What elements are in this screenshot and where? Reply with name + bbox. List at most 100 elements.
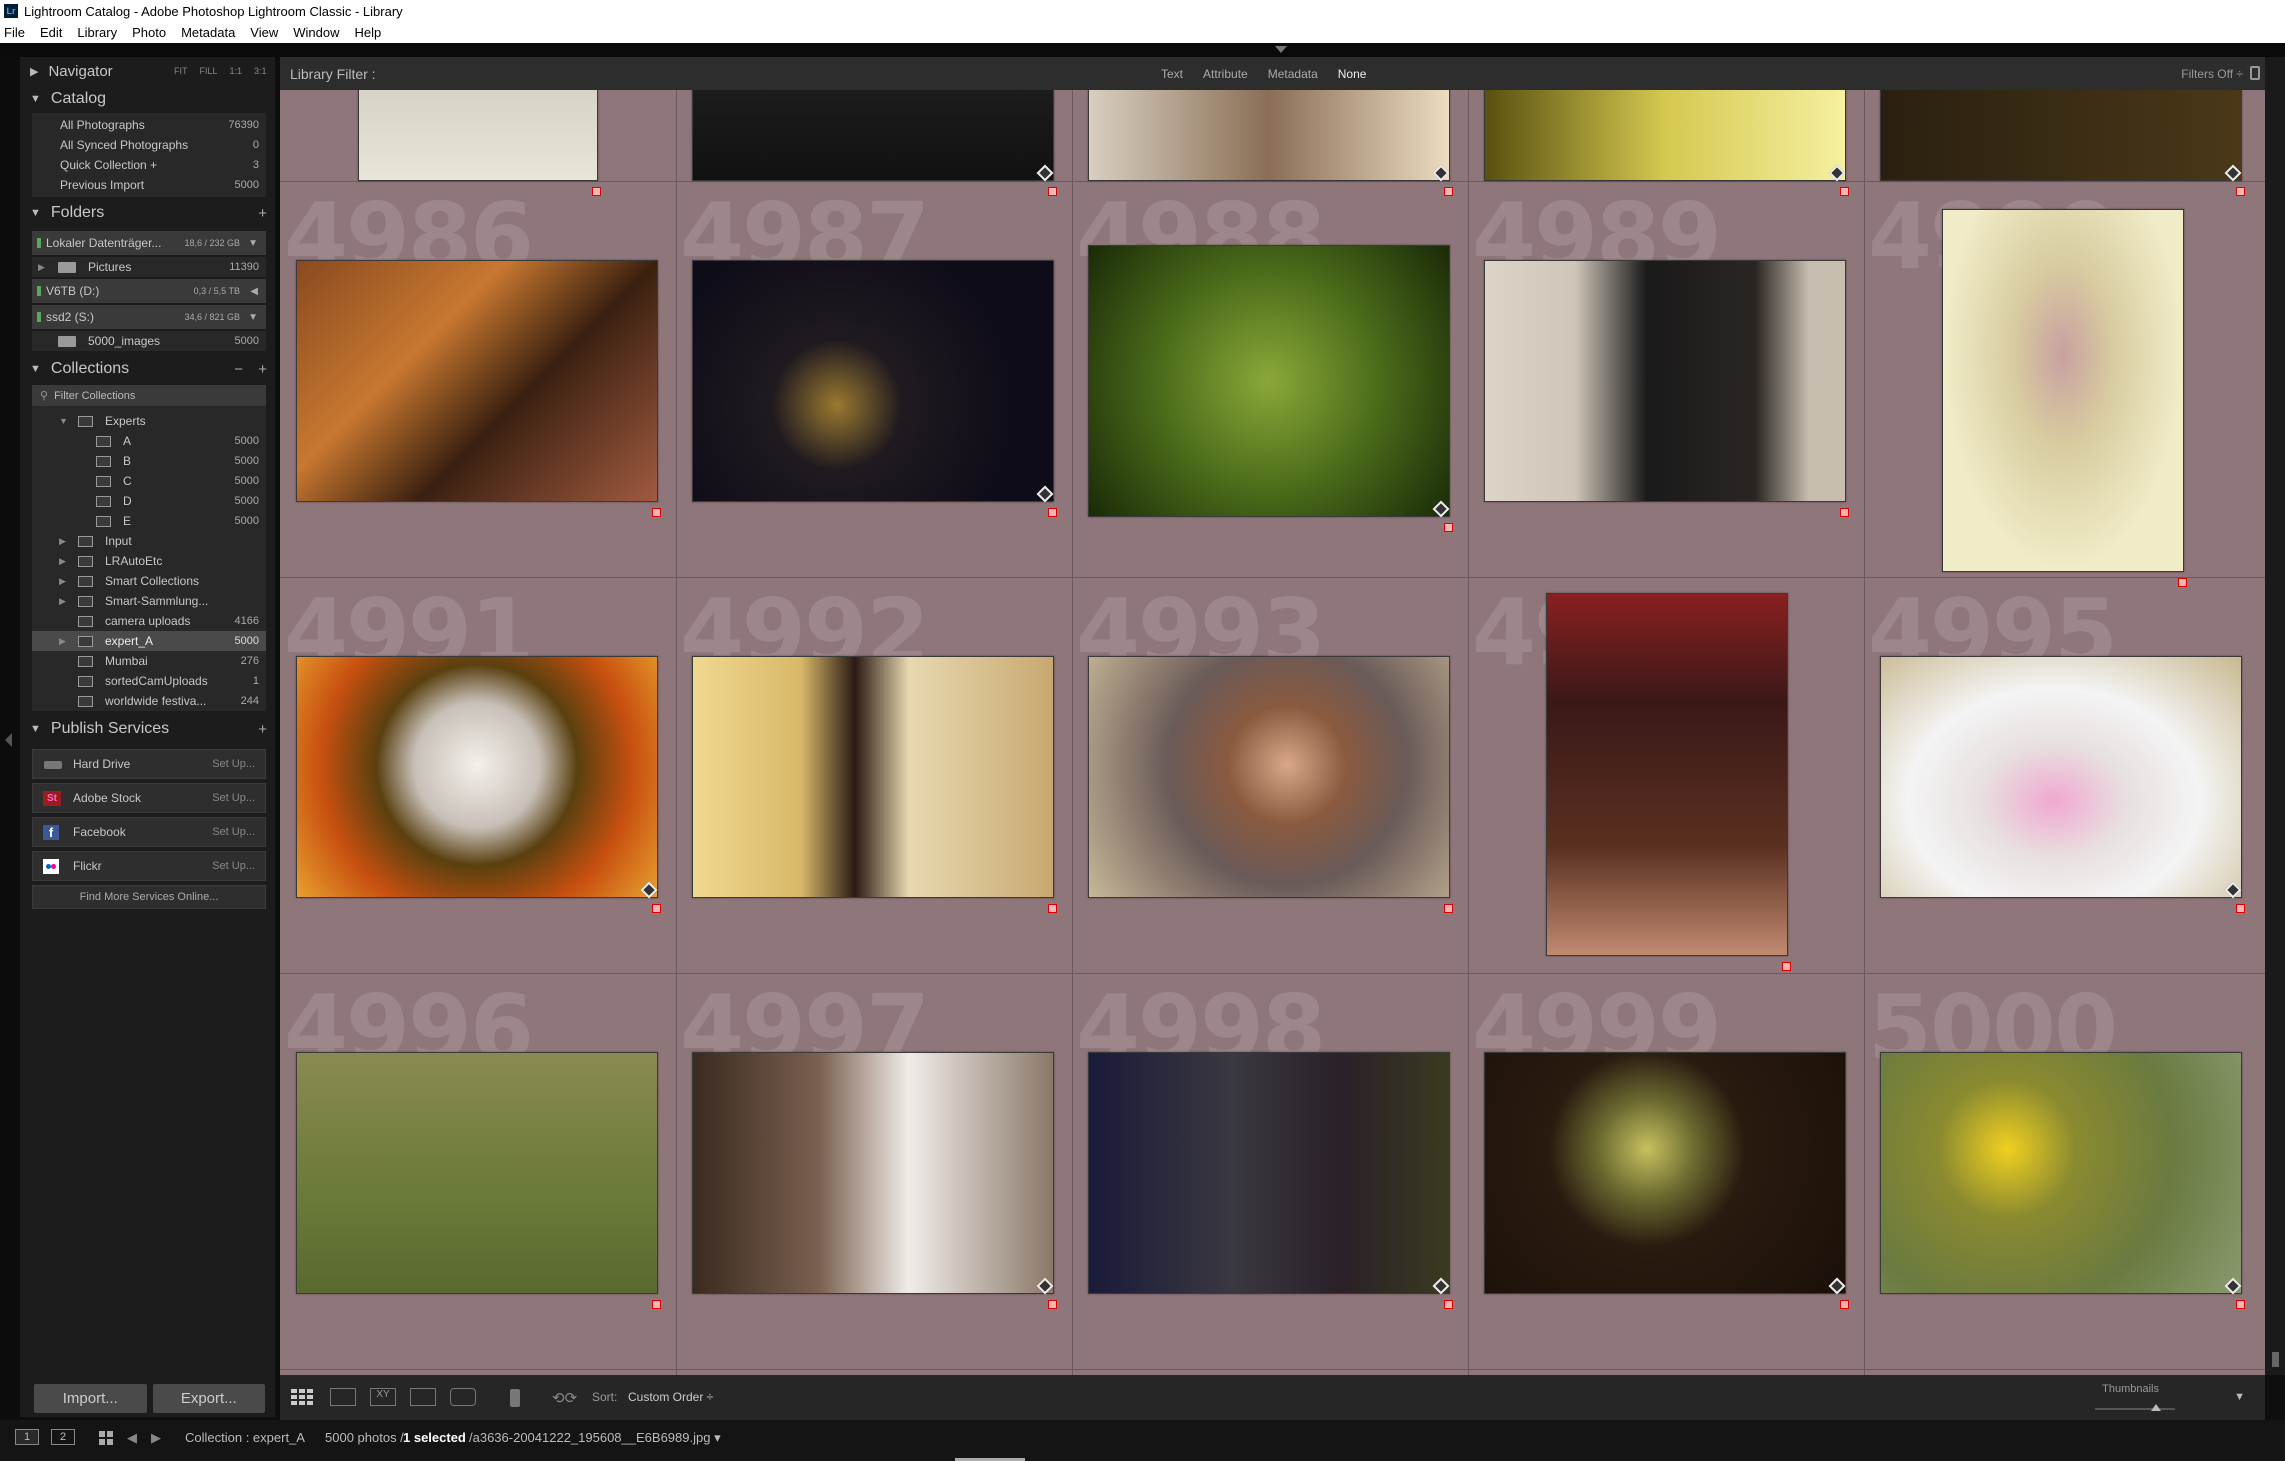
folders-header[interactable]: ▼ Folders + <box>20 197 275 229</box>
menu-edit[interactable]: Edit <box>40 25 62 40</box>
collection-item[interactable]: sortedCamUploads 1 <box>32 671 266 691</box>
photo-thumbnail[interactable] <box>296 260 658 502</box>
menu-help[interactable]: Help <box>355 25 382 40</box>
slider-knob[interactable] <box>2151 1404 2161 1411</box>
collapse-arrow-icon[interactable]: ▼ <box>30 93 41 105</box>
volume-dropdown-icon[interactable]: ◀ <box>250 286 258 297</box>
collapse-arrow-icon[interactable]: ▼ <box>30 363 41 375</box>
collapse-top-icon[interactable] <box>1275 46 1287 53</box>
photo-thumbnail[interactable] <box>1942 209 2184 572</box>
collapse-arrow-icon[interactable]: ▼ <box>59 416 68 426</box>
photo-flag-badge[interactable] <box>1782 962 1791 971</box>
scroll-thumb[interactable] <box>2272 1352 2279 1367</box>
menu-file[interactable]: File <box>4 25 25 40</box>
photo-thumbnail[interactable] <box>1088 245 1450 517</box>
folder-item[interactable]: 5000_images 5000 <box>32 331 266 351</box>
top-panel-toggle[interactable] <box>0 43 2285 57</box>
filter-none[interactable]: None <box>1332 65 1373 83</box>
photo-thumbnail[interactable] <box>1546 593 1788 956</box>
main-window-button[interactable]: 1 <box>15 1429 39 1445</box>
volume-dropdown-icon[interactable]: ▼ <box>248 238 258 249</box>
remove-collection-button[interactable]: − <box>234 361 243 378</box>
photo-cell[interactable]: 4992 <box>676 577 1072 973</box>
photo-flag-badge[interactable] <box>1840 508 1849 517</box>
photo-cell[interactable]: 4990 <box>1864 181 2260 587</box>
menu-view[interactable]: View <box>250 25 278 40</box>
publish-service-flickr[interactable]: Flickr Set Up... <box>32 851 266 881</box>
publish-service-adobe-stock[interactable]: St Adobe Stock Set Up... <box>32 783 266 813</box>
photo-thumbnail[interactable] <box>296 1052 658 1294</box>
publish-service-hard-drive[interactable]: Hard Drive Set Up... <box>32 749 266 779</box>
collection-item[interactable]: A 5000 <box>32 431 266 451</box>
catalog-item[interactable]: All Photographs 76390 <box>32 115 266 135</box>
service-setup[interactable]: Set Up... <box>212 758 255 770</box>
back-arrow-icon[interactable]: ◀ <box>127 1430 137 1446</box>
rotate-icon[interactable]: ⟲⟳ <box>552 1389 577 1407</box>
expand-arrow-icon[interactable]: ▶ <box>59 556 66 567</box>
photo-flag-badge[interactable] <box>1444 1300 1453 1309</box>
photo-thumbnail[interactable] <box>1880 1052 2242 1294</box>
photo-thumbnail[interactable] <box>1088 1052 1450 1294</box>
expand-arrow-icon[interactable]: ▶ <box>59 636 66 647</box>
photo-thumbnail[interactable] <box>692 260 1054 502</box>
zoom-1-1[interactable]: 1:1 <box>230 66 243 76</box>
collection-item[interactable]: camera uploads 4166 <box>32 611 266 631</box>
catalog-header[interactable]: ▼ Catalog <box>20 85 275 113</box>
grid-icon[interactable] <box>99 1431 113 1445</box>
photo-thumbnail[interactable] <box>692 656 1054 898</box>
expand-arrow-icon[interactable]: ▶ <box>59 576 66 587</box>
filter-text[interactable]: Text <box>1155 65 1189 83</box>
thumbnail-size-slider[interactable] <box>2095 1408 2175 1410</box>
zoom-fit[interactable]: FIT <box>174 66 188 76</box>
loupe-view-icon[interactable] <box>330 1388 356 1406</box>
photo-cell[interactable]: 4994 <box>1468 577 1864 973</box>
photo-cell[interactable]: 4993 <box>1072 577 1468 973</box>
left-panel-edge[interactable] <box>0 57 20 1417</box>
navigator-header[interactable]: ▶ Navigator FIT FILL 1:1 3:1 <box>20 57 275 85</box>
photo-cell[interactable]: 4997 <box>676 973 1072 1369</box>
photo-thumbnail[interactable] <box>692 90 1054 181</box>
photo-thumbnail[interactable] <box>1880 656 2242 898</box>
grid-scrollbar[interactable] <box>2265 57 2285 1375</box>
photo-flag-badge[interactable] <box>652 1300 661 1309</box>
zoom-fill[interactable]: FILL <box>200 66 218 76</box>
menu-library[interactable]: Library <box>77 25 117 40</box>
filters-off-dropdown[interactable]: Filters Off ÷ <box>2181 67 2243 81</box>
compare-view-icon[interactable]: XY <box>370 1388 396 1406</box>
filter-collections-input[interactable]: ⚲ Filter Collections <box>32 385 266 406</box>
photo-thumbnail[interactable] <box>1088 90 1450 181</box>
photo-flag-badge[interactable] <box>1444 523 1453 532</box>
folder-item[interactable]: ▶ Pictures 11390 <box>32 257 266 277</box>
secondary-window-button[interactable]: 2 <box>51 1429 75 1445</box>
publish-service-facebook[interactable]: f Facebook Set Up... <box>32 817 266 847</box>
menu-metadata[interactable]: Metadata <box>181 25 235 40</box>
volume-row[interactable]: ssd2 (S:) 34,6 / 821 GB ▼ <box>32 305 266 329</box>
collection-item[interactable]: worldwide festiva... 244 <box>32 691 266 711</box>
menu-photo[interactable]: Photo <box>132 25 166 40</box>
photo-cell[interactable] <box>280 90 676 196</box>
photo-thumbnail[interactable] <box>1088 656 1450 898</box>
forward-arrow-icon[interactable]: ▶ <box>151 1430 161 1446</box>
zoom-3-1[interactable]: 3:1 <box>254 66 267 76</box>
photo-flag-badge[interactable] <box>1840 1300 1849 1309</box>
photo-cell[interactable] <box>1864 90 2260 196</box>
lock-icon[interactable] <box>2250 66 2260 80</box>
export-button[interactable]: Export... <box>152 1384 265 1413</box>
photo-flag-badge[interactable] <box>1048 1300 1057 1309</box>
collection-item[interactable]: E 5000 <box>32 511 266 531</box>
grid-view-icon[interactable] <box>290 1388 316 1406</box>
expand-arrow-icon[interactable]: ▶ <box>38 262 45 273</box>
service-setup[interactable]: Set Up... <box>212 860 255 872</box>
menu-window[interactable]: Window <box>293 25 339 40</box>
expand-arrow-icon[interactable]: ▶ <box>30 65 38 78</box>
photo-flag-badge[interactable] <box>2236 904 2245 913</box>
photo-thumbnail[interactable] <box>1484 260 1846 502</box>
import-button[interactable]: Import... <box>34 1384 147 1413</box>
photo-cell[interactable]: 5000 <box>1864 973 2260 1369</box>
photo-thumbnail[interactable] <box>1484 90 1846 181</box>
photo-cell[interactable] <box>1468 90 1864 196</box>
photo-thumbnail[interactable] <box>296 656 658 898</box>
catalog-item[interactable]: All Synced Photographs 0 <box>32 135 266 155</box>
collection-item[interactable]: C 5000 <box>32 471 266 491</box>
service-setup[interactable]: Set Up... <box>212 826 255 838</box>
